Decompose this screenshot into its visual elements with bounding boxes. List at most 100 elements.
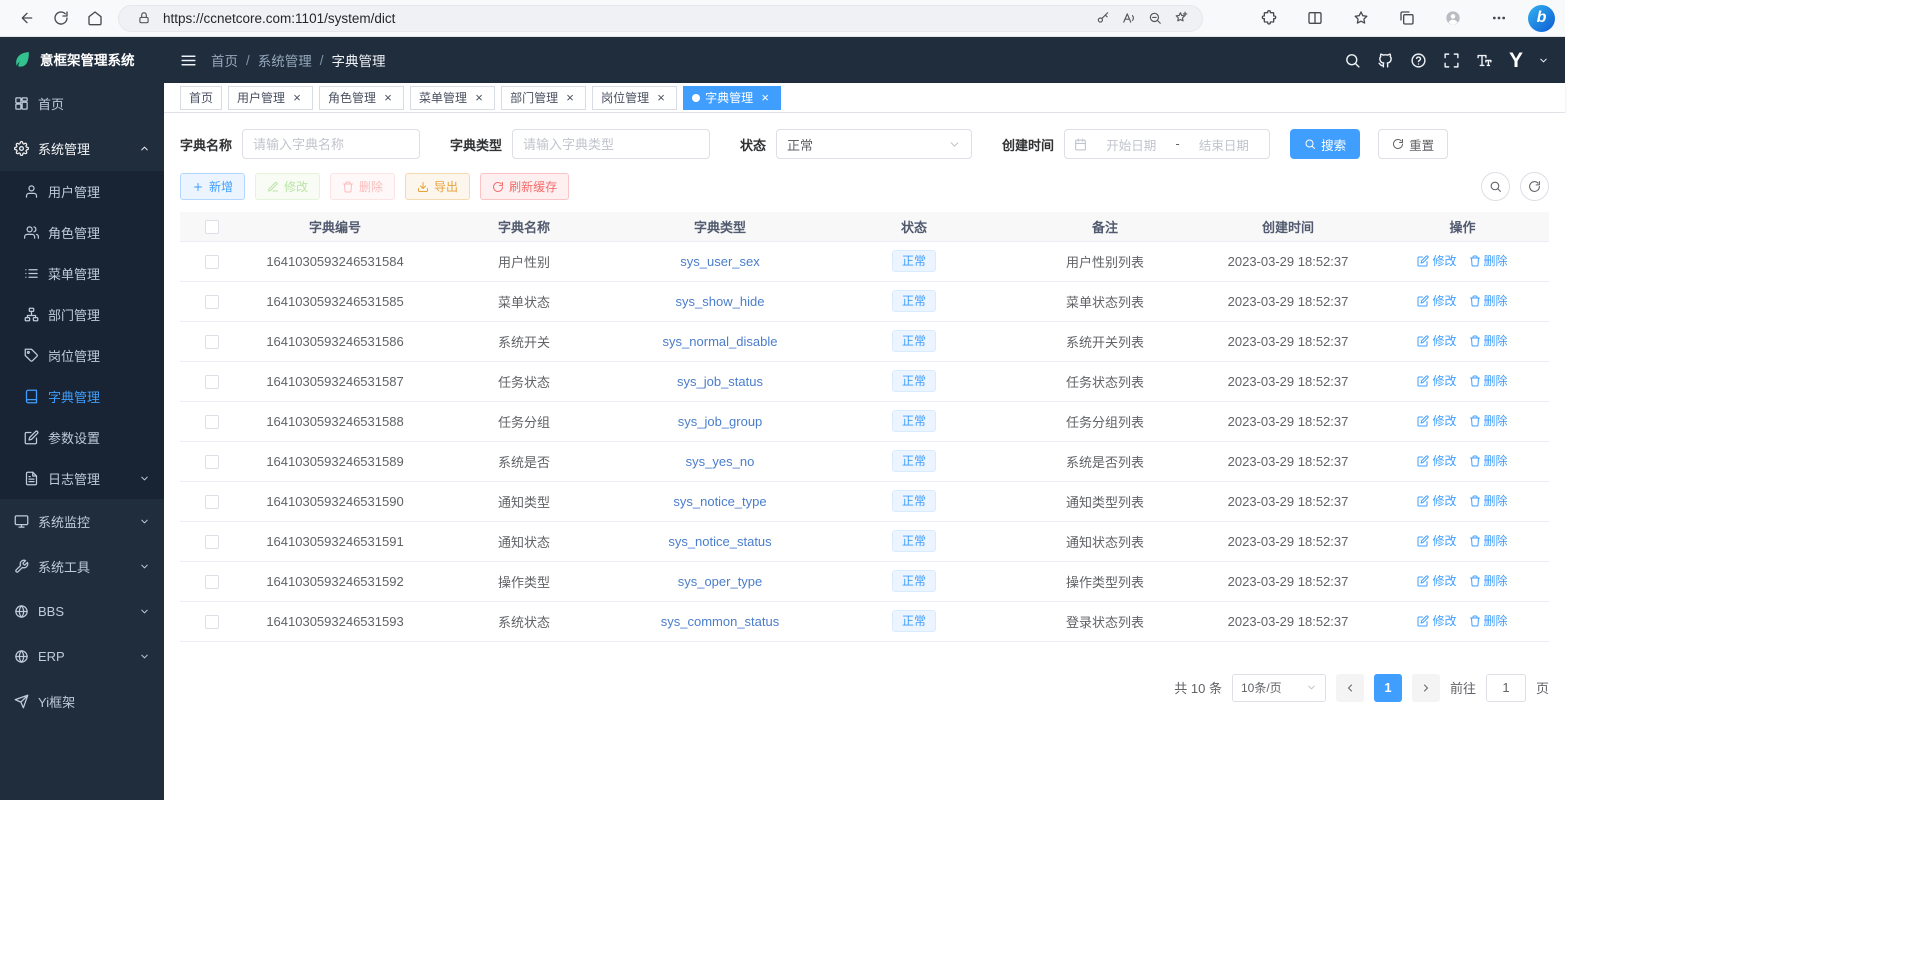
row-checkbox[interactable] bbox=[205, 575, 219, 589]
row-edit-button[interactable]: 修改 bbox=[1417, 412, 1456, 429]
end-date-placeholder[interactable]: 结束日期 bbox=[1188, 135, 1260, 154]
next-page-button[interactable] bbox=[1412, 674, 1440, 702]
fullscreen-icon[interactable] bbox=[1443, 52, 1460, 69]
dict-type-input[interactable] bbox=[512, 129, 710, 159]
row-edit-button[interactable]: 修改 bbox=[1417, 492, 1456, 509]
current-page-button[interactable]: 1 bbox=[1374, 674, 1402, 702]
select-all-checkbox[interactable] bbox=[205, 220, 219, 234]
sidebar-item-dept[interactable]: 部门管理 bbox=[0, 294, 164, 335]
font-size-icon[interactable] bbox=[1476, 52, 1493, 69]
dict-type-link[interactable]: sys_notice_type bbox=[673, 494, 766, 509]
sidebar-item-user[interactable]: 用户管理 bbox=[0, 171, 164, 212]
row-checkbox[interactable] bbox=[205, 415, 219, 429]
sidebar-item-menu[interactable]: 菜单管理 bbox=[0, 253, 164, 294]
row-delete-button[interactable]: 删除 bbox=[1469, 372, 1508, 389]
dict-type-link[interactable]: sys_user_sex bbox=[680, 254, 759, 269]
export-button[interactable]: 导出 bbox=[405, 173, 470, 200]
row-edit-button[interactable]: 修改 bbox=[1417, 452, 1456, 469]
row-edit-button[interactable]: 修改 bbox=[1417, 292, 1456, 309]
dict-type-link[interactable]: sys_notice_status bbox=[668, 534, 771, 549]
tab-home[interactable]: 首页 bbox=[180, 86, 222, 110]
reset-button[interactable]: 重置 bbox=[1378, 129, 1448, 159]
split-screen-icon[interactable] bbox=[1298, 3, 1332, 33]
add-button[interactable]: 新增 bbox=[180, 173, 245, 200]
extensions-icon[interactable] bbox=[1252, 3, 1286, 33]
collections-icon[interactable] bbox=[1390, 3, 1424, 33]
delete-button[interactable]: 删除 bbox=[330, 173, 395, 200]
row-checkbox[interactable] bbox=[205, 615, 219, 629]
row-edit-button[interactable]: 修改 bbox=[1417, 372, 1456, 389]
refresh-cache-button[interactable]: 刷新缓存 bbox=[480, 173, 569, 200]
address-bar[interactable]: https://ccnetcore.com:1101/system/dict bbox=[118, 5, 1203, 32]
url-text[interactable]: https://ccnetcore.com:1101/system/dict bbox=[163, 11, 1090, 26]
page-size-select[interactable]: 10条/页 bbox=[1232, 674, 1326, 702]
search-button[interactable]: 搜索 bbox=[1290, 129, 1360, 159]
browser-home-button[interactable] bbox=[78, 3, 112, 33]
tab-dict[interactable]: 字典管理× bbox=[683, 86, 781, 110]
row-checkbox[interactable] bbox=[205, 335, 219, 349]
sidebar-item-dict[interactable]: 字典管理 bbox=[0, 376, 164, 417]
tab-close-icon[interactable]: × bbox=[381, 91, 395, 105]
tab-menu[interactable]: 菜单管理× bbox=[410, 86, 495, 110]
toggle-search-button[interactable] bbox=[1481, 172, 1510, 201]
row-delete-button[interactable]: 删除 bbox=[1469, 332, 1508, 349]
browser-back-button[interactable] bbox=[10, 3, 44, 33]
profile-avatar[interactable] bbox=[1436, 3, 1470, 33]
row-checkbox[interactable] bbox=[205, 455, 219, 469]
sidebar-item-tools[interactable]: 系统工具 bbox=[0, 544, 164, 589]
dict-type-link[interactable]: sys_show_hide bbox=[676, 294, 765, 309]
tab-post[interactable]: 岗位管理× bbox=[592, 86, 677, 110]
edit-button[interactable]: 修改 bbox=[255, 173, 320, 200]
add-favorite-icon[interactable] bbox=[1168, 6, 1194, 30]
prev-page-button[interactable] bbox=[1336, 674, 1364, 702]
browser-refresh-button[interactable] bbox=[44, 3, 78, 33]
hamburger-icon[interactable] bbox=[180, 52, 197, 69]
password-key-icon[interactable] bbox=[1090, 6, 1116, 30]
read-aloud-icon[interactable] bbox=[1116, 6, 1142, 30]
row-delete-button[interactable]: 删除 bbox=[1469, 452, 1508, 469]
sidebar-item-log[interactable]: 日志管理 bbox=[0, 458, 164, 499]
row-edit-button[interactable]: 修改 bbox=[1417, 332, 1456, 349]
bing-chat-icon[interactable]: b bbox=[1528, 5, 1555, 32]
help-icon[interactable] bbox=[1410, 52, 1427, 69]
dict-type-link[interactable]: sys_oper_type bbox=[678, 574, 763, 589]
row-checkbox[interactable] bbox=[205, 535, 219, 549]
dict-type-link[interactable]: sys_normal_disable bbox=[663, 334, 778, 349]
breadcrumb-item[interactable]: 字典管理 bbox=[332, 50, 386, 70]
row-edit-button[interactable]: 修改 bbox=[1417, 612, 1456, 629]
header-search-icon[interactable] bbox=[1344, 52, 1361, 69]
sidebar-item-home[interactable]: 首页 bbox=[0, 81, 164, 126]
zoom-out-icon[interactable] bbox=[1142, 6, 1168, 30]
sidebar-item-post[interactable]: 岗位管理 bbox=[0, 335, 164, 376]
row-delete-button[interactable]: 删除 bbox=[1469, 572, 1508, 589]
breadcrumb-item[interactable]: 系统管理 bbox=[258, 50, 312, 70]
date-range-picker[interactable]: 开始日期 - 结束日期 bbox=[1064, 129, 1270, 159]
status-select[interactable]: 正常 bbox=[776, 129, 972, 159]
row-delete-button[interactable]: 删除 bbox=[1469, 532, 1508, 549]
tab-close-icon[interactable]: × bbox=[563, 91, 577, 105]
start-date-placeholder[interactable]: 开始日期 bbox=[1095, 135, 1167, 154]
sidebar-item-erp[interactable]: ERP bbox=[0, 634, 164, 679]
sidebar-item-yi[interactable]: Yi框架 bbox=[0, 679, 164, 724]
dict-type-link[interactable]: sys_job_status bbox=[677, 374, 763, 389]
dict-name-input[interactable] bbox=[242, 129, 420, 159]
dict-type-link[interactable]: sys_common_status bbox=[661, 614, 780, 629]
sidebar-item-role[interactable]: 角色管理 bbox=[0, 212, 164, 253]
dict-type-link[interactable]: sys_job_group bbox=[678, 414, 763, 429]
row-edit-button[interactable]: 修改 bbox=[1417, 532, 1456, 549]
tab-role[interactable]: 角色管理× bbox=[319, 86, 404, 110]
favorites-icon[interactable] bbox=[1344, 3, 1378, 33]
refresh-table-button[interactable] bbox=[1520, 172, 1549, 201]
tab-close-icon[interactable]: × bbox=[758, 91, 772, 105]
user-avatar-logo[interactable]: Y bbox=[1509, 50, 1522, 71]
goto-page-input[interactable] bbox=[1486, 674, 1526, 702]
browser-menu-icon[interactable] bbox=[1482, 3, 1516, 33]
row-delete-button[interactable]: 删除 bbox=[1469, 492, 1508, 509]
row-checkbox[interactable] bbox=[205, 375, 219, 389]
sidebar-item-monitor[interactable]: 系统监控 bbox=[0, 499, 164, 544]
github-icon[interactable] bbox=[1377, 52, 1394, 69]
row-checkbox[interactable] bbox=[205, 495, 219, 509]
avatar-caret-icon[interactable] bbox=[1538, 55, 1549, 66]
row-delete-button[interactable]: 删除 bbox=[1469, 612, 1508, 629]
sidebar-item-param[interactable]: 参数设置 bbox=[0, 417, 164, 458]
